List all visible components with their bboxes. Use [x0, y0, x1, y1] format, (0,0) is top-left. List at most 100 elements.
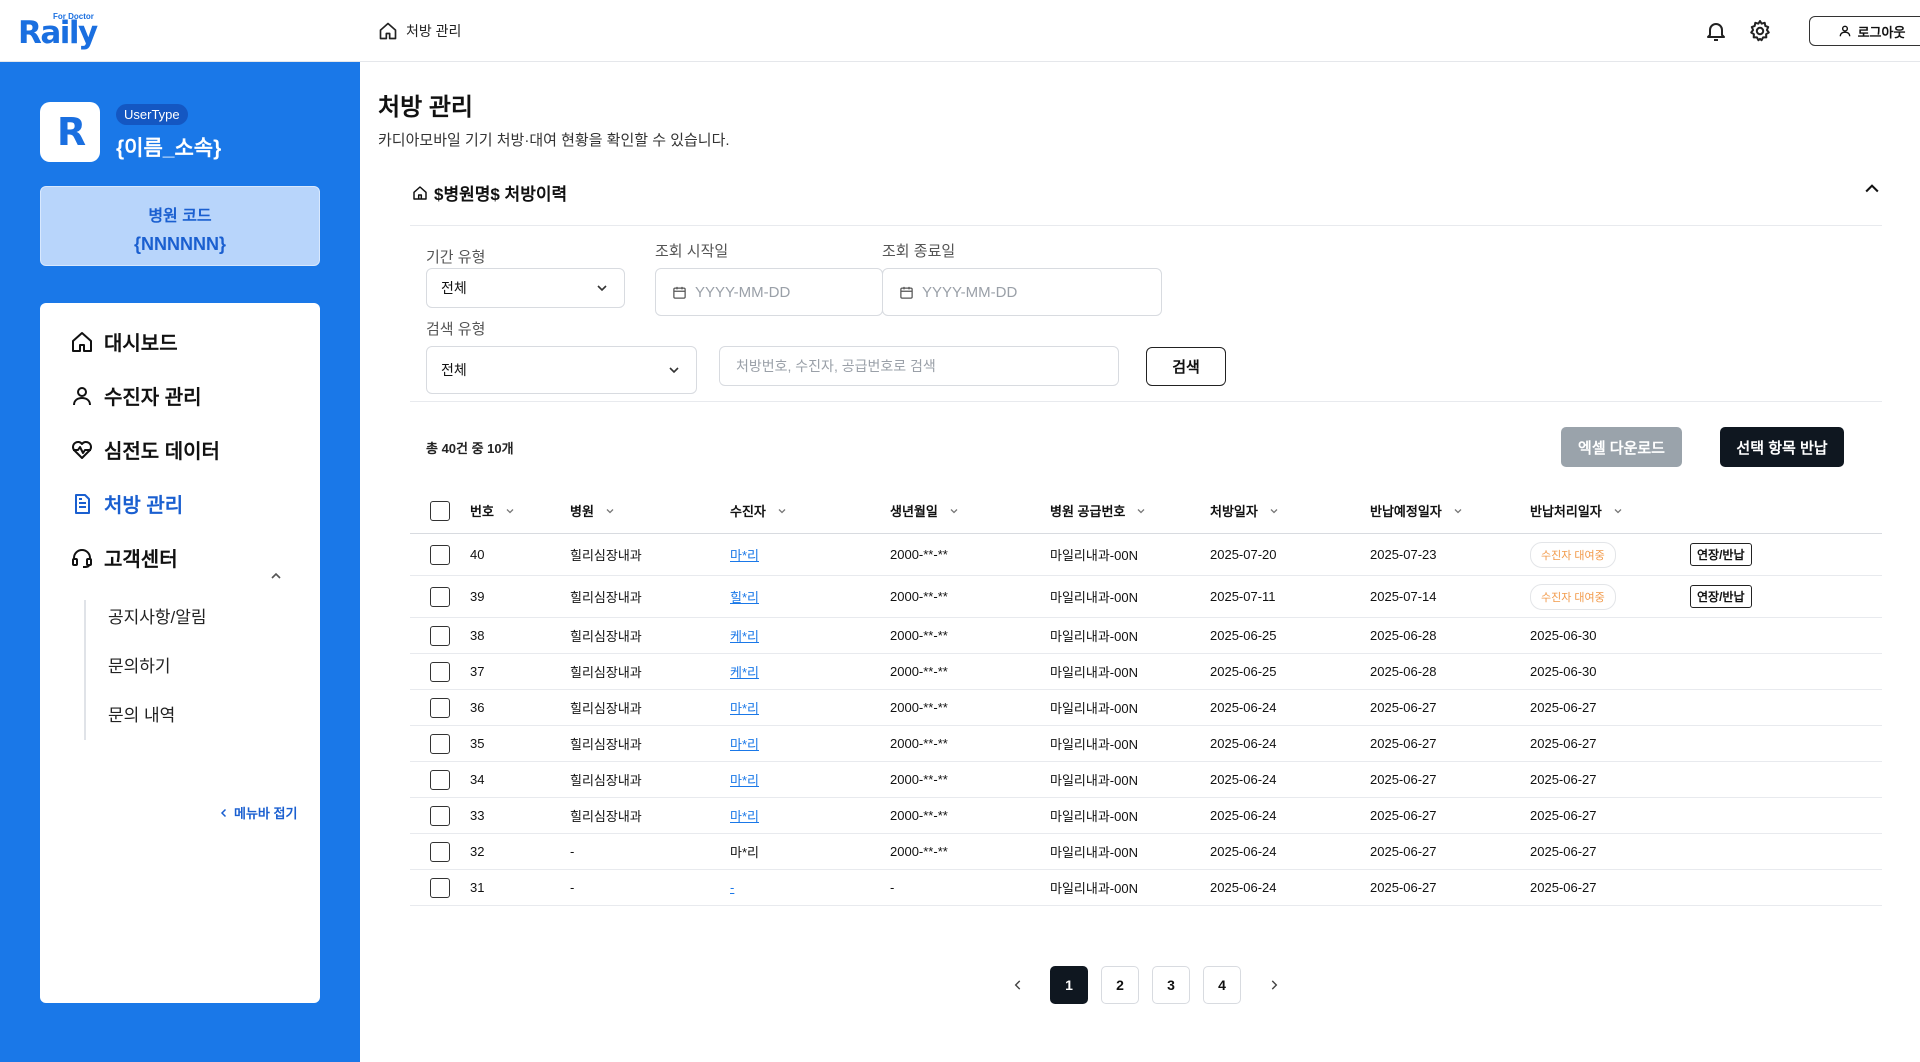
row-checkbox[interactable]	[430, 769, 450, 790]
sort-due-date[interactable]: 반납예정일자	[1370, 501, 1464, 520]
search-input[interactable]	[719, 346, 1119, 386]
user-icon	[70, 384, 94, 408]
patient-link[interactable]: 마*리	[730, 545, 759, 564]
sidebar: R UserType {이름_소속} 병원 코드 {NNNNNN} 대시보드 수…	[0, 62, 360, 1062]
top-header: For Doctor Raily 처방 관리 로그아웃	[0, 0, 1920, 62]
calendar-icon	[899, 285, 914, 300]
start-date-label: 조회 시작일	[655, 243, 729, 260]
page-button-1[interactable]: 1	[1050, 966, 1088, 1004]
cell-supply-number: 마일리내과-00N	[1050, 809, 1138, 824]
table-row: 37 힐리심장내과 케*리 2000-**-** 마일리내과-00N 2025-06-25…	[410, 654, 1882, 690]
sort-supply-number[interactable]: 병원 공급번호	[1050, 501, 1147, 520]
sort-hospital[interactable]: 병원	[570, 501, 616, 520]
sidebar-item-support[interactable]: 고객센터	[70, 543, 178, 572]
sidebar-item-prescriptions[interactable]: 처방 관리	[70, 489, 183, 518]
row-checkbox[interactable]	[430, 805, 450, 826]
end-date-field[interactable]: YYYY-MM-DD	[882, 268, 1162, 316]
cell-prescription-date: 2025-06-25	[1210, 664, 1277, 679]
end-date-label: 조회 종료일	[882, 243, 956, 260]
bell-icon[interactable]	[1704, 19, 1728, 43]
chevron-right-icon	[1267, 978, 1281, 992]
patient-link[interactable]: -	[730, 880, 734, 895]
excel-download-button[interactable]: 엑셀 다운로드	[1561, 427, 1682, 467]
cell-hospital: 힐리심장내과	[570, 629, 642, 644]
next-page-button[interactable]	[1259, 966, 1289, 1004]
sort-number[interactable]: 번호	[470, 501, 516, 520]
page-button-4[interactable]: 4	[1203, 966, 1241, 1004]
cell-hospital: -	[570, 880, 575, 895]
period-type-select[interactable]: 전체	[426, 268, 625, 308]
return-selected-button[interactable]: 선택 항목 반납	[1720, 427, 1844, 467]
chevron-down-icon	[594, 280, 610, 296]
sidebar-subitem-notices[interactable]: 공지사항/알림	[108, 603, 207, 628]
cell-birthdate: 2000-**-**	[890, 700, 948, 715]
section-header: $병원명$ 처방이력	[412, 180, 567, 205]
row-checkbox[interactable]	[430, 625, 450, 646]
sort-return-date[interactable]: 반납처리일자	[1530, 501, 1624, 520]
patient-link[interactable]: 마*리	[730, 698, 759, 717]
prev-page-button[interactable]	[1003, 966, 1033, 1004]
chevron-up-icon[interactable]	[268, 568, 284, 584]
cell-prescription-date: 2025-06-24	[1210, 808, 1277, 823]
cell-birthdate: 2000-**-**	[890, 736, 948, 751]
cell-hospital: 힐리심장내과	[570, 737, 642, 752]
patient-link[interactable]: 마*리	[730, 770, 759, 789]
extend-return-button[interactable]: 연장/반납	[1690, 543, 1752, 566]
patient-link[interactable]: 마*리	[730, 734, 759, 753]
extend-return-button[interactable]: 연장/반납	[1690, 585, 1752, 608]
usertype-badge: UserType	[116, 104, 188, 125]
raily-logo[interactable]: For Doctor Raily	[18, 12, 98, 52]
sidebar-subitem-inquiry[interactable]: 문의하기	[108, 652, 171, 677]
logout-button[interactable]: 로그아웃	[1809, 16, 1920, 46]
cell-due-date: 2025-06-27	[1370, 880, 1437, 895]
cell-birthdate: 2000-**-**	[890, 589, 948, 604]
chevron-down-icon	[504, 505, 516, 517]
search-button[interactable]: 검색	[1146, 347, 1226, 386]
row-checkbox[interactable]	[430, 841, 450, 862]
row-checkbox[interactable]	[430, 586, 450, 607]
sidebar-item-dashboard[interactable]: 대시보드	[70, 327, 178, 356]
search-type-value: 전체	[441, 362, 467, 378]
cell-supply-number: 마일리내과-00N	[1050, 701, 1138, 716]
page-button-2[interactable]: 2	[1101, 966, 1139, 1004]
gear-icon[interactable]	[1748, 19, 1772, 43]
search-type-select[interactable]: 전체	[426, 346, 697, 394]
cell-hospital: 힐리심장내과	[570, 773, 642, 788]
cell-due-date: 2025-07-23	[1370, 547, 1437, 562]
table-body: 40 힐리심장내과 마*리 2000-**-** 마일리내과-00N 2025-07-20…	[410, 534, 1882, 906]
section-collapse-toggle[interactable]	[1862, 179, 1882, 199]
sidebar-subitem-inquiry-history[interactable]: 문의 내역	[108, 701, 175, 726]
chevron-down-icon	[1452, 505, 1464, 517]
sidebar-item-label: 처방 관리	[104, 495, 184, 517]
collapse-label: 메뉴바 접기	[234, 806, 298, 821]
sidebar-item-patients[interactable]: 수진자 관리	[70, 381, 202, 410]
patient-link[interactable]: 케*리	[730, 626, 759, 645]
calendar-icon	[672, 285, 687, 300]
row-checkbox[interactable]	[430, 877, 450, 898]
start-date-field[interactable]: YYYY-MM-DD	[655, 268, 883, 316]
patient-link[interactable]: 케*리	[730, 662, 759, 681]
row-checkbox[interactable]	[430, 544, 450, 565]
home-icon[interactable]	[378, 21, 398, 41]
patient-link[interactable]: 힐*리	[730, 587, 759, 606]
patient-link[interactable]: 마*리	[730, 806, 759, 825]
select-all-checkbox[interactable]	[430, 500, 450, 521]
cell-hospital: -	[570, 844, 575, 859]
row-checkbox[interactable]	[430, 733, 450, 754]
sort-birthdate[interactable]: 생년월일	[890, 501, 960, 520]
sort-patient[interactable]: 수진자	[730, 501, 788, 520]
cell-prescription-date: 2025-06-25	[1210, 628, 1277, 643]
table-row: 35 힐리심장내과 마*리 2000-**-** 마일리내과-00N 2025-06-24…	[410, 726, 1882, 762]
sidebar-item-ecg-data[interactable]: 심전도 데이터	[70, 435, 220, 464]
divider	[410, 225, 1882, 226]
table-row: 36 힐리심장내과 마*리 2000-**-** 마일리내과-00N 2025-06-24…	[410, 690, 1882, 726]
page-description: 카디아모바일 기기 처방·대여 현황을 확인할 수 있습니다.	[378, 132, 730, 149]
cell-return-date: 2025-06-27	[1530, 844, 1597, 859]
table-row: 33 힐리심장내과 마*리 2000-**-** 마일리내과-00N 2025-06-24…	[410, 798, 1882, 834]
row-checkbox[interactable]	[430, 661, 450, 682]
nav-menu: 대시보드 수진자 관리 심전도 데이터 처방 관리 고객센터 공지사항/알림 문…	[40, 303, 320, 1003]
sort-prescription-date[interactable]: 처방일자	[1210, 501, 1280, 520]
collapse-menu-button[interactable]: 메뉴바 접기	[218, 803, 297, 822]
page-button-3[interactable]: 3	[1152, 966, 1190, 1004]
row-checkbox[interactable]	[430, 697, 450, 718]
